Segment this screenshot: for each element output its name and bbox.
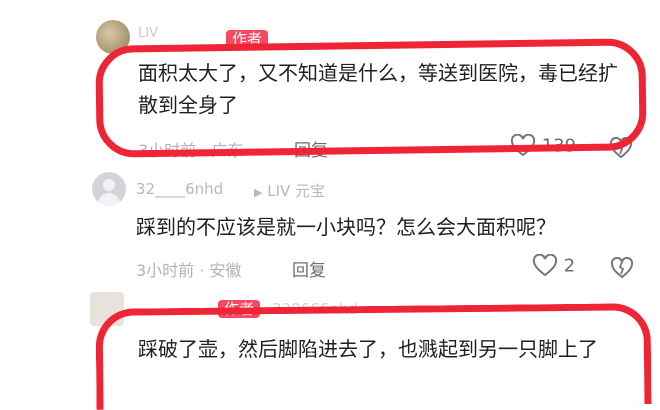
avatar[interactable] [92, 172, 126, 206]
reply-button[interactable]: 回复 [294, 136, 328, 161]
broken-heart-icon[interactable] [610, 257, 634, 279]
timestamp-location: 3小时前 · 安徽 [136, 261, 242, 280]
triangle-right-icon: ▶ [254, 186, 263, 199]
comment-text[interactable]: 踩破了壶，然后脚陷进去了，也溅起到另一只脚上了 [138, 333, 634, 365]
timestamp-location: 3小时前 · 广东 [138, 141, 244, 160]
comment-text[interactable]: 踩到的不应该是就一小块吗？怎么会大面积呢？ [136, 211, 636, 243]
like-button[interactable]: 139 [510, 133, 577, 158]
author-badge: 作者 [226, 30, 269, 48]
broken-heart-icon[interactable] [609, 137, 633, 159]
comment-text[interactable]: 面积太大了，又不知道是什么，等送到医院，毒已经扩散到全身了 [138, 57, 622, 121]
username[interactable]: 32____6nhd [136, 180, 223, 198]
like-button[interactable]: 2 [532, 253, 576, 278]
like-count: 2 [563, 255, 576, 277]
heart-outline-icon [532, 253, 558, 277]
level-label: LIV 元宝 [267, 182, 326, 200]
heart-outline-icon [510, 133, 536, 157]
author-badge: 作者 [218, 300, 261, 318]
reply-button[interactable]: 回复 [292, 256, 326, 281]
level-badge: ▶ LIV 元宝 [254, 180, 325, 201]
username[interactable]: LIV [138, 26, 158, 41]
avatar[interactable] [96, 20, 130, 54]
like-count: 139 [541, 135, 577, 157]
avatar[interactable] [90, 292, 124, 326]
username[interactable]: 329666nhd [272, 300, 358, 318]
